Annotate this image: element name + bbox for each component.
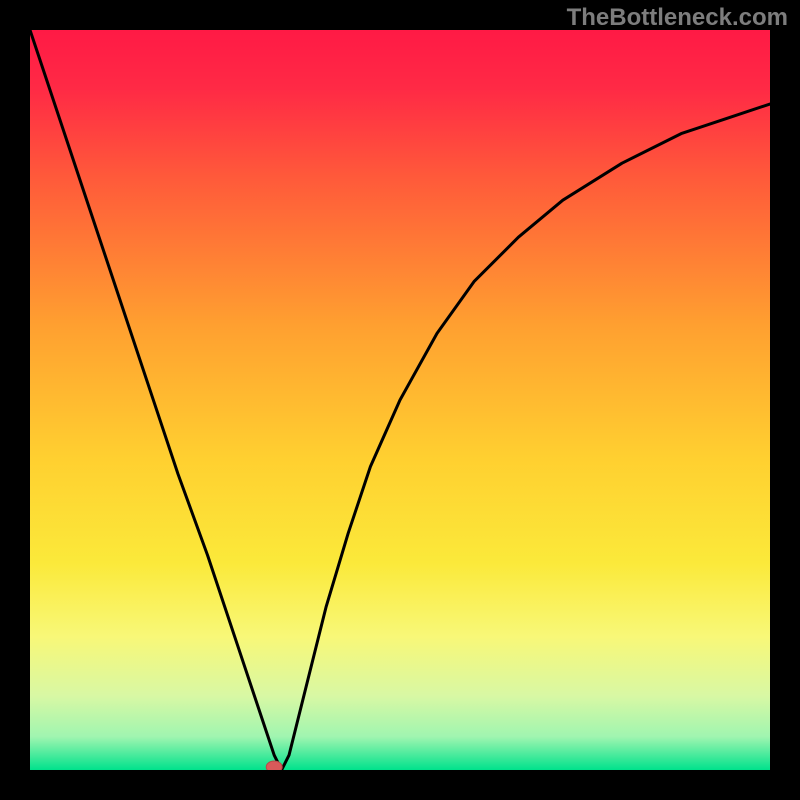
attribution-label: TheBottleneck.com bbox=[567, 4, 788, 32]
chart-frame: TheBottleneck.com bbox=[0, 0, 800, 800]
plot-area bbox=[30, 30, 770, 770]
optimum-marker bbox=[266, 761, 282, 770]
plot-svg bbox=[30, 30, 770, 770]
